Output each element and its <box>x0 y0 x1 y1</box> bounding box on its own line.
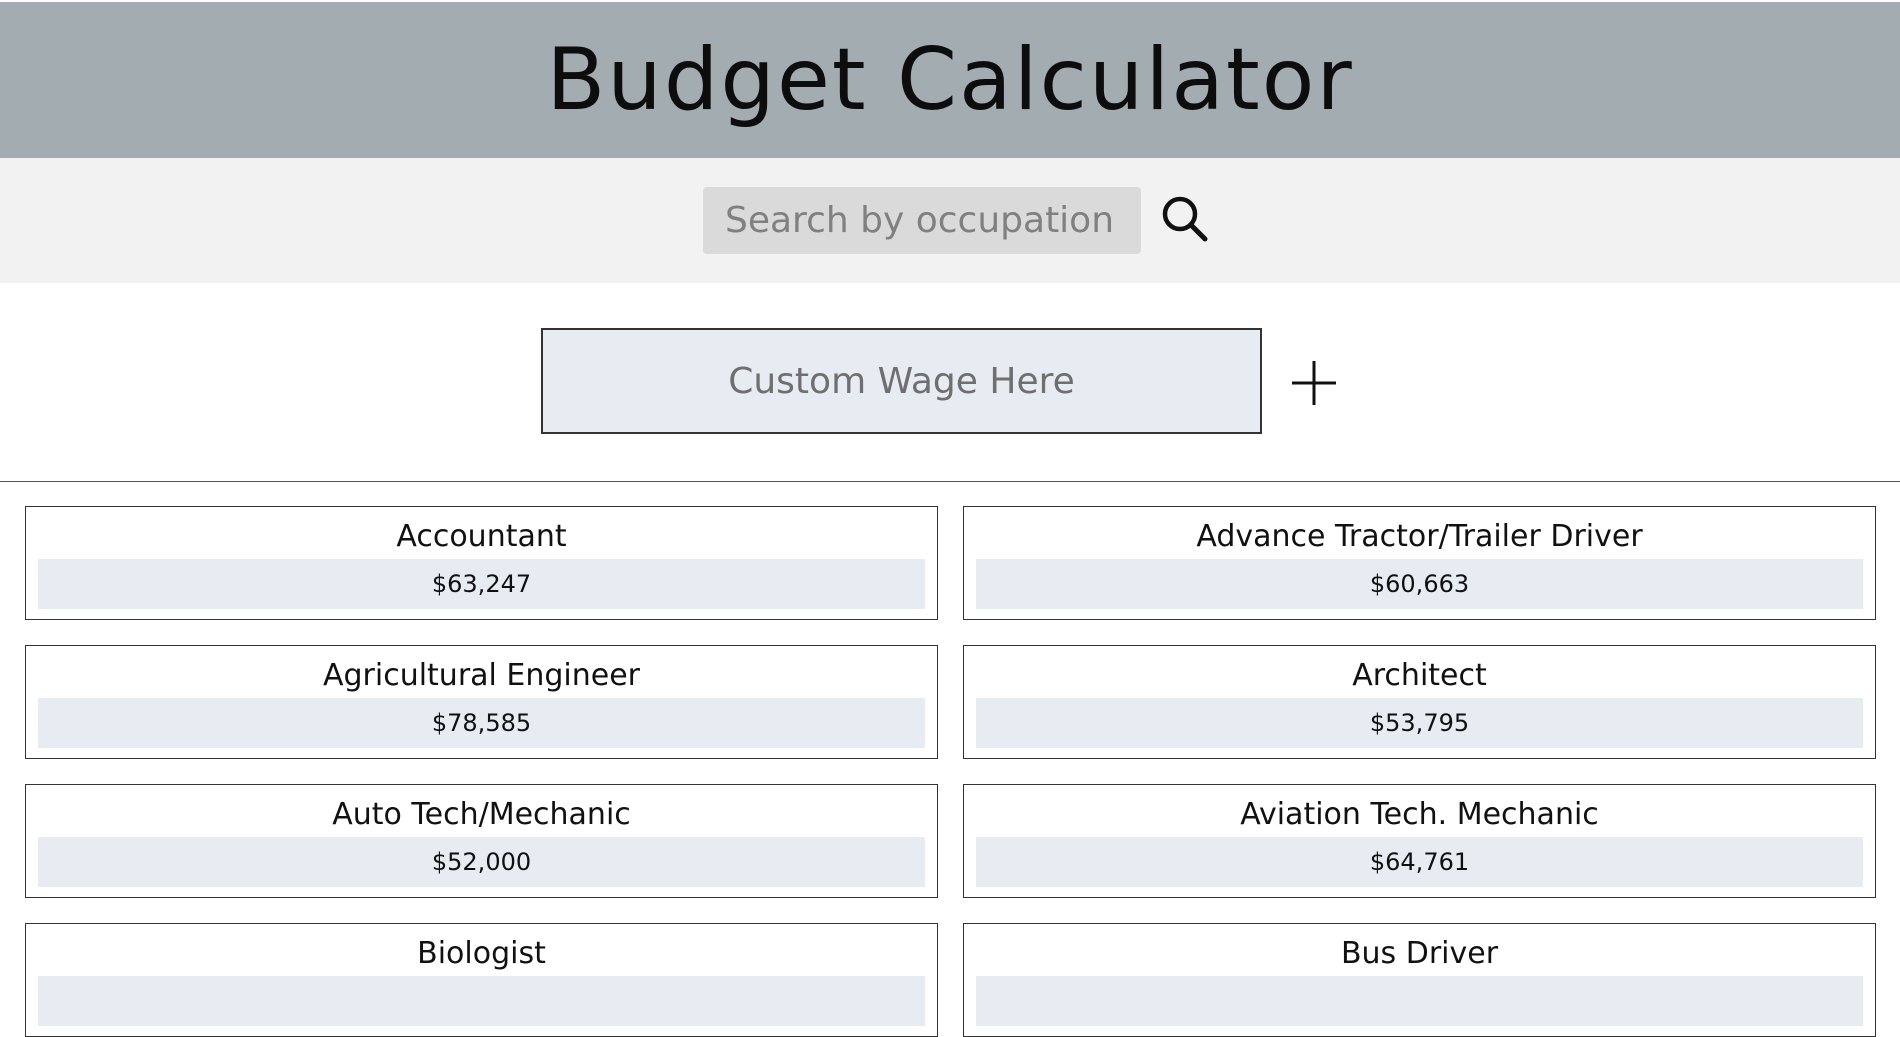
occupation-card[interactable]: Aviation Tech. Mechanic $64,761 <box>963 784 1876 898</box>
occupation-card[interactable]: Accountant $63,247 <box>25 506 938 620</box>
occupation-card[interactable]: Biologist <box>25 923 938 1037</box>
occupation-wage: $64,761 <box>976 837 1863 887</box>
occupation-card[interactable]: Advance Tractor/Trailer Driver $60,663 <box>963 506 1876 620</box>
search-bar <box>0 158 1900 283</box>
occupation-grid: Accountant $63,247 Advance Tractor/Trail… <box>25 506 1876 1037</box>
add-wage-button[interactable] <box>1290 359 1338 407</box>
occupation-card[interactable]: Agricultural Engineer $78,585 <box>25 645 938 759</box>
occupation-wage: $78,585 <box>38 698 925 748</box>
occupation-wage: $52,000 <box>38 837 925 887</box>
plus-icon <box>1292 361 1336 405</box>
occupation-title: Aviation Tech. Mechanic <box>1240 797 1599 832</box>
occupation-title: Agricultural Engineer <box>322 658 641 693</box>
divider <box>0 481 1900 482</box>
search-input[interactable] <box>703 187 1141 254</box>
occupation-title: Biologist <box>417 936 546 971</box>
occupation-wage: $63,247 <box>38 559 925 609</box>
app-header: Budget Calculator <box>0 2 1900 158</box>
search-button[interactable] <box>1158 192 1214 248</box>
occupation-wage: $60,663 <box>976 559 1863 609</box>
occupation-card[interactable]: Auto Tech/Mechanic $52,000 <box>25 784 938 898</box>
occupation-wage: $53,795 <box>976 698 1863 748</box>
occupation-title: Auto Tech/Mechanic <box>332 797 631 832</box>
custom-wage-input[interactable] <box>541 328 1262 434</box>
search-icon <box>1162 196 1208 242</box>
occupation-wage <box>976 976 1863 1026</box>
occupation-wage <box>38 976 925 1026</box>
occupation-title: Architect <box>1352 658 1487 693</box>
occupation-card[interactable]: Architect $53,795 <box>963 645 1876 759</box>
occupation-title: Accountant <box>396 519 567 554</box>
occupation-card[interactable]: Bus Driver <box>963 923 1876 1037</box>
occupation-title: Advance Tractor/Trailer Driver <box>1196 519 1643 554</box>
occupation-title: Bus Driver <box>1340 936 1499 971</box>
page-title: Budget Calculator <box>546 30 1354 130</box>
